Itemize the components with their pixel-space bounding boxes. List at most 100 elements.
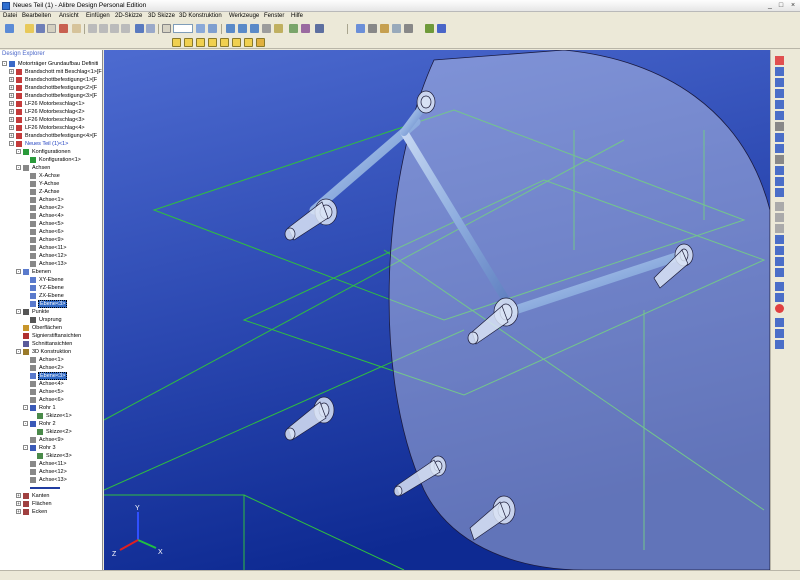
sheet-metal-icon[interactable] [775, 282, 784, 291]
tree-item[interactable]: Ursprung [23, 316, 63, 324]
open-icon[interactable] [25, 24, 34, 33]
tree-item[interactable]: + Flächen [16, 500, 53, 508]
tree-item[interactable]: Schnittansichten [16, 340, 73, 348]
menu-3d-skizze[interactable]: 3D Skizze [148, 13, 175, 19]
save-icon[interactable] [36, 24, 45, 33]
point-tool-icon[interactable] [775, 224, 784, 233]
close-button[interactable]: × [788, 1, 798, 10]
copy-icon[interactable] [99, 24, 108, 33]
3d-viewport[interactable]: Y X Z [104, 50, 770, 570]
tree-item[interactable]: + Brandschottbefestigung<2>[F [9, 84, 98, 92]
record-icon[interactable] [775, 304, 784, 313]
menu-3d-konstruktion[interactable]: 3D Konstruktion [179, 13, 222, 19]
firewall-disc[interactable] [388, 50, 770, 570]
tree-item[interactable]: Achse<13> [23, 476, 68, 484]
tree-item[interactable]: Achse<6> [23, 228, 65, 236]
sketch-mode-icon[interactable] [775, 56, 784, 65]
boolean-icon[interactable] [775, 268, 784, 277]
viewport-canvas[interactable]: Y X Z [104, 50, 770, 570]
delete-icon[interactable] [121, 24, 130, 33]
layer-icon[interactable] [208, 24, 217, 33]
tree-item[interactable]: Z-Achse [23, 188, 60, 196]
view-right-icon[interactable] [232, 38, 241, 47]
tree-item[interactable]: - Rohr 1 [23, 404, 57, 412]
tree-item[interactable]: YZ-Ebene [23, 284, 65, 292]
select-icon[interactable] [162, 24, 171, 33]
view-front-icon[interactable] [172, 38, 181, 47]
collapse-icon[interactable]: - [23, 421, 28, 427]
tree-item[interactable]: - Konfigurationen [16, 148, 72, 156]
balance-icon[interactable] [437, 24, 446, 33]
tree-item[interactable]: Konfiguration<1> [23, 156, 82, 164]
collapse-icon[interactable]: - [16, 309, 21, 315]
shell-icon[interactable] [775, 133, 784, 142]
zoom-out-icon[interactable] [238, 24, 247, 33]
render-icon[interactable] [315, 24, 324, 33]
tree-item[interactable]: Ebene<3> [23, 372, 68, 380]
rotate-icon[interactable] [274, 24, 283, 33]
tree-item[interactable]: Achse<1> [23, 196, 65, 204]
tree-item[interactable]: - Punkte [16, 308, 50, 316]
collapse-icon[interactable]: - [16, 349, 21, 355]
tree-item[interactable]: Achse<2> [23, 204, 65, 212]
maximize-button[interactable]: □ [776, 1, 786, 10]
menu-bearbeiten[interactable]: Bearbeiten [22, 13, 51, 19]
collapse-icon[interactable]: - [2, 61, 7, 67]
tree-item[interactable]: Achse<6> [23, 396, 65, 404]
checkmark-icon[interactable] [425, 24, 434, 33]
tree-item[interactable]: + LF26 Motorbeschlag<4> [9, 124, 86, 132]
tree-item[interactable]: Ebene<3> [23, 300, 68, 308]
collapse-icon[interactable]: - [16, 149, 21, 155]
arc-icon[interactable] [775, 155, 784, 164]
collapse-icon[interactable]: - [16, 165, 21, 171]
tree-item[interactable]: Achse<5> [23, 388, 65, 396]
expand-icon[interactable]: + [9, 85, 14, 91]
expand-icon[interactable]: + [9, 109, 14, 115]
new-icon[interactable] [5, 24, 14, 33]
cut-icon[interactable] [88, 24, 97, 33]
redo-icon[interactable] [146, 24, 155, 33]
tree-item[interactable]: - Motorträger Grundaufbau Definiti [2, 60, 99, 68]
surface-icon[interactable] [775, 293, 784, 302]
tree-item[interactable]: - Neues Teil (1)<1> [9, 140, 69, 148]
sketch-tool-icon[interactable] [356, 24, 365, 33]
move-icon[interactable] [775, 257, 784, 266]
thicken-icon[interactable] [775, 177, 784, 186]
tree-item[interactable]: Achse<4> [23, 212, 65, 220]
tree-item[interactable]: - Rohr 2 [23, 420, 57, 428]
pattern-icon[interactable] [775, 144, 784, 153]
tree-item[interactable]: + LF26 Motorbeschlag<1> [9, 100, 86, 108]
dimension-icon[interactable] [289, 24, 298, 33]
expand-icon[interactable]: + [16, 509, 21, 515]
select-all-icon[interactable] [196, 24, 205, 33]
menu-ansicht[interactable]: Ansicht [59, 13, 79, 19]
expand-icon[interactable]: + [9, 125, 14, 131]
line-tool-icon[interactable] [368, 24, 377, 33]
view-top-icon[interactable] [196, 38, 205, 47]
tree-item[interactable]: - Rohr 3 [23, 444, 57, 452]
tree-item[interactable]: Achse<13> [23, 260, 68, 268]
tree-item[interactable]: Achse<9> [23, 436, 65, 444]
expand-icon[interactable]: + [9, 101, 14, 107]
collapse-icon[interactable]: - [23, 405, 28, 411]
chamfer-icon[interactable] [392, 24, 401, 33]
analyze-icon[interactable] [775, 340, 784, 349]
measure-icon[interactable] [301, 24, 310, 33]
tree-item[interactable]: + Brandschottbefestigung<1>[F [9, 76, 98, 84]
tree-item[interactable]: Skizze<1> [30, 412, 73, 420]
plane-tool-icon[interactable] [775, 202, 784, 211]
draft-icon[interactable] [775, 188, 784, 197]
properties-icon[interactable] [72, 24, 81, 33]
tree-item[interactable]: Skizze<2> [30, 428, 73, 436]
tree-item[interactable]: Achse<11> [23, 244, 67, 252]
view-left-icon[interactable] [220, 38, 229, 47]
expand-icon[interactable]: + [16, 501, 21, 507]
menu-fenster[interactable]: Fenster [264, 13, 284, 19]
menu-werkzeuge[interactable]: Werkzeuge [229, 13, 259, 19]
constraint-icon[interactable] [775, 318, 784, 327]
tree-item[interactable]: Achse<11> [23, 460, 67, 468]
export-icon[interactable] [59, 24, 68, 33]
tree-item[interactable]: Achse<1> [23, 356, 65, 364]
tree-item[interactable]: Achse<5> [23, 220, 65, 228]
undo-icon[interactable] [135, 24, 144, 33]
